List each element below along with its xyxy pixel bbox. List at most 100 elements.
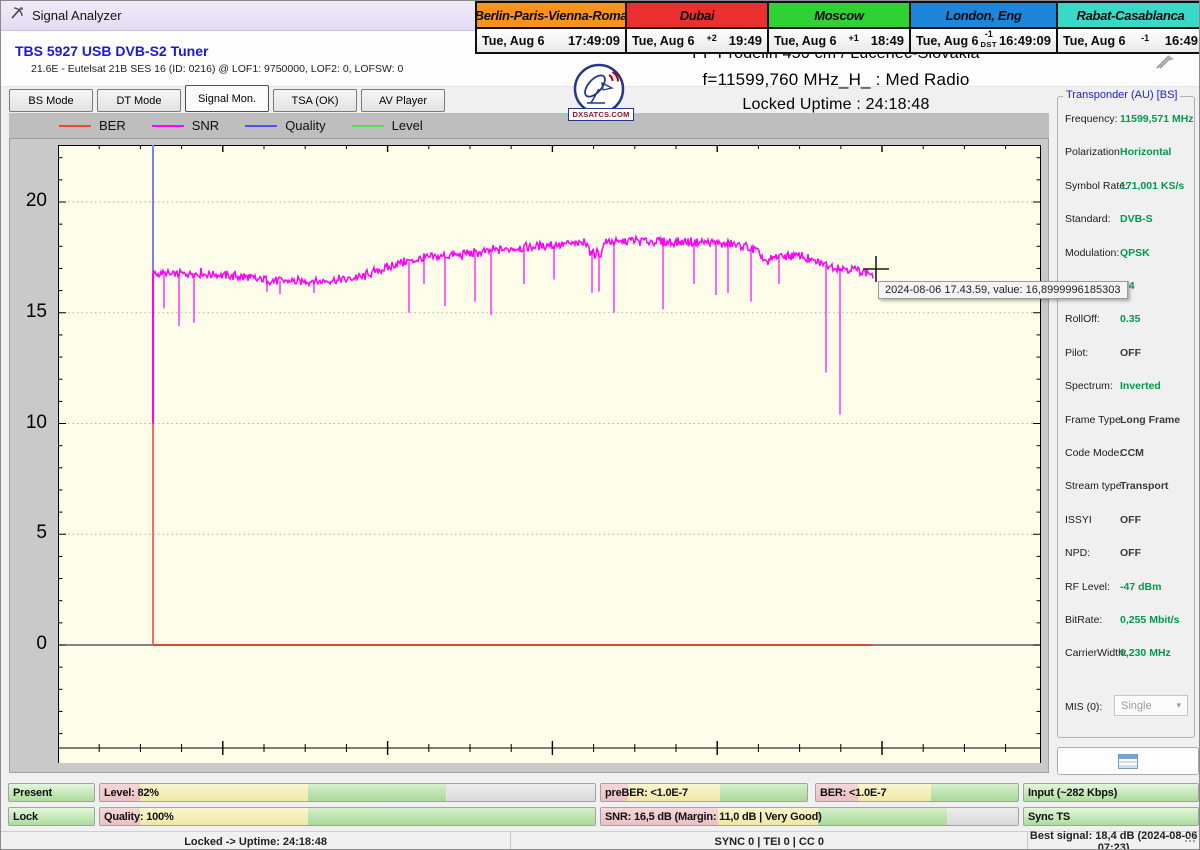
- transponder-label-stream-type: Stream type:: [1065, 480, 1125, 492]
- mis-label: MIS (0):: [1065, 701, 1102, 713]
- clock-city-label: Rabat-Casablanca: [1058, 3, 1200, 29]
- transponder-value-rf-level: -47 dBm: [1120, 581, 1161, 593]
- transponder-value-npd: OFF: [1120, 547, 1141, 559]
- bar-label: Level: 82%: [104, 787, 159, 799]
- snr-trace: [153, 237, 873, 286]
- snr-bar: SNR: 16,5 dB (Margin: 11,0 dB | Very Goo…: [600, 807, 1019, 826]
- level-bar: Level: 82%: [99, 783, 596, 802]
- transponder-label-rolloff: RollOff:: [1065, 313, 1100, 325]
- clock-utc-offset: -1: [985, 29, 993, 39]
- legend-color-dash: [352, 125, 384, 127]
- transponder-value-polarization: Horizontal: [1120, 146, 1171, 158]
- y-axis-label-20: 20: [9, 190, 47, 212]
- present-indicator: Present: [8, 783, 95, 802]
- clock-column-moscow: MoscowTue, Aug 6+118:49: [767, 3, 909, 52]
- clock-date: Tue, Aug 6: [632, 34, 695, 48]
- clock-time: 16:49:09: [999, 33, 1051, 48]
- legend-color-dash: [152, 125, 184, 127]
- transponder-label-frequency: Frequency:: [1065, 113, 1118, 125]
- clock-utc-offset: -1: [1141, 33, 1149, 43]
- mode-tabs: BS ModeDT ModeSignal Mon.TSA (OK)AV Play…: [9, 85, 445, 112]
- clock-column-rabat-casablanca: Rabat-CasablancaTue, Aug 6-116:49: [1056, 3, 1200, 52]
- clock-date: Tue, Aug 6: [482, 34, 545, 48]
- bar-label: Lock: [13, 811, 38, 823]
- statusbar-sync: SYNC 0 | TEI 0 | CC 0: [510, 832, 1027, 850]
- preber-bar: preBER: <1.0E-7: [600, 783, 808, 802]
- dxsatcs-logo-text: DXSATCS.COM: [568, 108, 634, 121]
- input-indicator: Input (~282 Kbps): [1023, 783, 1199, 802]
- clock-utc-offset: +2: [706, 33, 716, 43]
- transponder-value-standard: DVB-S: [1120, 213, 1153, 225]
- transponder-label-npd: NPD:: [1065, 547, 1090, 559]
- bar-label: SNR: 16,5 dB (Margin: 11,0 dB | Very Goo…: [605, 811, 822, 823]
- statusbar-best-signal: Best signal: 18,4 dB (2024-08-06 07:23): [1027, 832, 1199, 850]
- transponder-label-bitrate: BitRate:: [1065, 614, 1102, 626]
- legend-item-quality: Quality: [245, 118, 325, 133]
- y-axis-label-5: 5: [9, 522, 47, 544]
- tab-av-player[interactable]: AV Player: [361, 89, 445, 112]
- transponder-label-spectrum: Spectrum:: [1065, 380, 1113, 392]
- bar-label: preBER: <1.0E-7: [605, 787, 688, 799]
- bar-label: Sync TS: [1028, 811, 1070, 823]
- clock-utc-offset: +1: [848, 33, 858, 43]
- clock-time: 17:49:09: [568, 33, 620, 48]
- transponder-value-code-mode: CCM: [1120, 447, 1144, 459]
- statusbar-uptime: Locked -> Uptime: 24:18:48: [1, 832, 510, 850]
- transponder-label-standard: Standard:: [1065, 213, 1111, 225]
- clock-column-london-eng: London, EngTue, Aug 6-1DST16:49:09: [909, 3, 1056, 52]
- clock-city-label: Dubai: [627, 3, 767, 29]
- resize-grip[interactable]: [1184, 830, 1197, 848]
- bar-segment-green: [720, 784, 807, 801]
- bar-segment-gray: [947, 808, 1018, 825]
- tab-signal-mon[interactable]: Signal Mon.: [185, 85, 269, 112]
- snr-trace-svg: [58, 145, 1041, 763]
- clock-time-cell: Tue, Aug 6 17:49:09: [477, 29, 625, 52]
- clock-column-dubai: DubaiTue, Aug 6+219:49: [625, 3, 767, 52]
- bar-segment-green: [931, 784, 1018, 801]
- transponder-value-rolloff: 0.35: [1120, 313, 1140, 325]
- signal-analyzer-window: Signal Analyzer TBS 5927 USB DVB-S2 Tune…: [0, 0, 1200, 850]
- clock-time-cell: Tue, Aug 6+219:49: [627, 29, 767, 52]
- clock-time: 16:49: [1165, 33, 1198, 48]
- mis-dropdown-value: Single: [1121, 700, 1152, 712]
- tab-tsa-ok[interactable]: TSA (OK): [273, 89, 357, 112]
- signal-chart-plot[interactable]: [58, 145, 1041, 763]
- uptime-line: Locked Uptime : 24:18:48: [601, 96, 1071, 114]
- mis-dropdown[interactable]: Single ▾: [1114, 695, 1188, 716]
- bar-label: BER: <1.0E-7: [820, 787, 886, 799]
- transponder-label-code-mode: Code Mode:: [1065, 447, 1122, 459]
- status-bar: Locked -> Uptime: 24:18:48 SYNC 0 | TEI …: [1, 831, 1199, 850]
- transponder-value-carrierwidth: 0,230 MHz: [1120, 647, 1171, 659]
- transponder-value-issyi: OFF: [1120, 514, 1141, 526]
- bar-label: Quality: 100%: [104, 811, 174, 823]
- transponder-label-polarization: Polarization:: [1065, 146, 1123, 158]
- legend-color-dash: [245, 125, 277, 127]
- legend-color-dash: [59, 125, 91, 127]
- transponder-value-spectrum: Inverted: [1120, 380, 1161, 392]
- y-axis-label-10: 10: [9, 412, 47, 434]
- transponder-list-button[interactable]: [1057, 747, 1199, 775]
- transponder-value-pilot: OFF: [1120, 347, 1141, 359]
- lock-indicator: Lock: [8, 807, 95, 826]
- transponder-title: Transponder (AU) [BS]: [1063, 89, 1180, 101]
- tab-dt-mode[interactable]: DT Mode: [97, 89, 181, 112]
- y-axis-label-0: 0: [9, 633, 47, 655]
- transponder-value-frequency: 11599,571 MHz: [1120, 113, 1194, 125]
- list-icon: [1118, 754, 1138, 769]
- transponder-label-rf-level: RF Level:: [1065, 581, 1110, 593]
- legend-label: Quality: [285, 118, 325, 133]
- dxsatcs-logo: DXSATCS.COM: [572, 63, 628, 121]
- tuner-title: TBS 5927 USB DVB-S2 Tuner: [15, 43, 208, 59]
- tab-bs-mode[interactable]: BS Mode: [9, 89, 93, 112]
- transponder-label-frame-type: Frame Type:: [1065, 414, 1124, 426]
- bar-segment-green: [818, 808, 947, 825]
- clock-dst-label: DST: [979, 41, 999, 49]
- ber-bar: BER: <1.0E-7: [815, 783, 1019, 802]
- transponder-label-issyi: ISSYI: [1065, 514, 1092, 526]
- transponder-label-symbol-rate: Symbol Rate:: [1065, 180, 1128, 192]
- tuner-subtitle: 21.6E - Eutelsat 21B SES 16 (ID: 0216) @…: [31, 63, 403, 75]
- tray-antenna-icon: [1153, 53, 1177, 76]
- legend-item-level: Level: [352, 118, 423, 133]
- legend-label: Level: [392, 118, 423, 133]
- clock-time-cell: Tue, Aug 6-1DST16:49:09: [911, 29, 1056, 52]
